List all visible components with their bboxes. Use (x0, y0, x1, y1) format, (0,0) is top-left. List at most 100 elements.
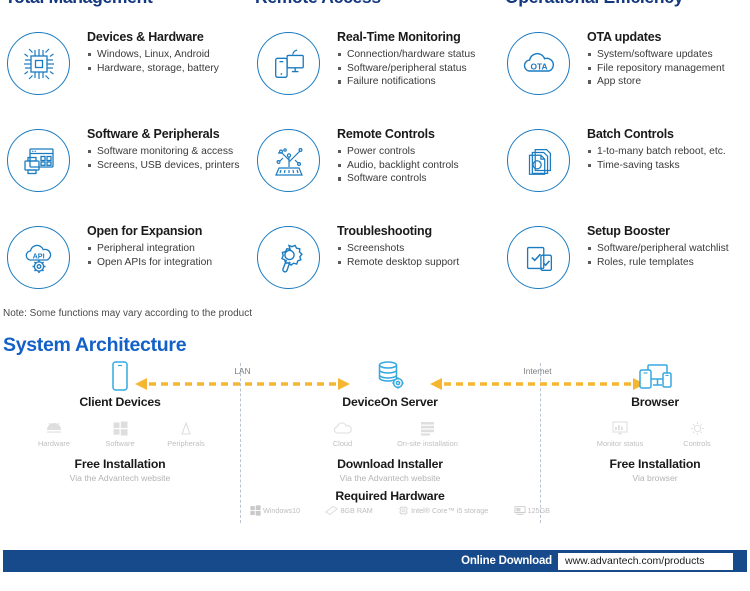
feature-card-batch-controls: Batch Controls 1-to-many batch reboot, e… (500, 127, 750, 222)
feature-title: Troubleshooting (337, 224, 432, 238)
feature-bullets: Peripheral integration Open APIs for int… (87, 242, 252, 269)
subicon-label: Peripherals (167, 439, 205, 448)
feature-card-open-for-expansion: API Open for Expansion Peripheral integr… (0, 224, 250, 319)
block-subtitle: Via the Advantech website (339, 473, 441, 483)
feature-bullets: Software/peripheral watchlist Roles, rul… (587, 242, 750, 269)
hw-requirement-ram: 8GB RAM (325, 505, 373, 516)
feature-card-troubleshooting: Troubleshooting Screenshots Remote deskt… (250, 224, 500, 319)
architecture-diagram: LAN Internet Client Devices Hardware Sof… (0, 360, 750, 535)
feature-title: Setup Booster (587, 224, 670, 238)
feature-bullet: Hardware, storage, battery (87, 62, 252, 76)
node-block: Download Installer Via the Advantech web… (290, 457, 490, 483)
block-title: Free Installation (609, 457, 701, 471)
cloud-ota-icon: OTA (507, 32, 570, 95)
hw-requirement-storage: 125GB (514, 505, 550, 516)
node-block: Free Installation Via the Advantech webs… (20, 457, 220, 483)
column-header-total-management: Total Management (5, 0, 153, 8)
architecture-node-client-devices: Client Devices Hardware Software Periphe… (20, 360, 220, 483)
feature-body: OTA updates System/software updates File… (587, 30, 750, 89)
system-architecture-title: System Architecture (3, 334, 187, 356)
subicon-software: Software (87, 419, 153, 448)
svg-text:OTA: OTA (530, 61, 547, 71)
api-cloud-icon: API (7, 226, 70, 289)
feature-title: Open for Expansion (87, 224, 203, 238)
block-subtitle: Via browser (632, 473, 678, 483)
feature-card-ota-updates: OTA OTA updates System/software updates … (500, 30, 750, 125)
feature-title: Batch Controls (587, 127, 674, 141)
feature-card-devices-hardware: Devices & Hardware Windows, Linux, Andro… (0, 30, 250, 125)
feature-card-real-time-monitoring: Real-Time Monitoring Connection/hardware… (250, 30, 500, 125)
architecture-node-deviceon-server: DeviceOn Server Cloud On-site installati… (290, 360, 490, 503)
feature-bullet: Audio, backlight controls (337, 159, 502, 173)
subicon-controls: Controls (662, 419, 732, 448)
mobile-device-icon (20, 360, 220, 392)
feature-bullet: Failure notifications (337, 75, 502, 89)
subicon-hardware: Hardware (21, 419, 87, 448)
feature-body: Troubleshooting Screenshots Remote deskt… (337, 224, 502, 269)
block-title: Free Installation (74, 457, 166, 471)
node-subicons: Monitor status Controls (565, 419, 745, 448)
node-label: Browser (631, 395, 679, 409)
chip-icon (7, 32, 70, 95)
column-header-remote-access: Remote Access (255, 0, 381, 8)
cloud-icon (305, 419, 380, 437)
feature-bullet: Software/peripheral status (337, 62, 502, 76)
batch-controls-icon (507, 129, 570, 192)
feature-bullets: Screenshots Remote desktop support (337, 242, 502, 269)
feature-bullet: Software monitoring & access (87, 145, 252, 159)
peripheral-icon (153, 419, 219, 437)
node-subicons: Hardware Software Peripherals (20, 419, 220, 448)
feature-bullet: File repository management (587, 62, 750, 76)
hw-label: Windows10 (263, 506, 301, 515)
download-url[interactable]: www.advantech.com/products (558, 552, 733, 570)
hw-requirement-cpu: Intel® Core™ i5 storage (398, 505, 488, 516)
block-title: Required Hardware (335, 489, 445, 503)
feature-bullet: Connection/hardware status (337, 48, 502, 62)
feature-body: Remote Controls Power controls Audio, ba… (337, 127, 502, 186)
node-block-hardware: Required Hardware (290, 489, 490, 503)
feature-body: Setup Booster Software/peripheral watchl… (587, 224, 750, 269)
feature-bullet: Power controls (337, 145, 502, 159)
feature-bullet: Software/peripheral watchlist (587, 242, 750, 256)
feature-bullet: Peripheral integration (87, 242, 252, 256)
storage-icon (514, 506, 526, 515)
subicon-onsite-installation: On-site installation (380, 419, 475, 448)
hw-requirement-windows: Windows10 (250, 505, 300, 516)
feature-title: Devices & Hardware (87, 30, 204, 44)
monitor-status-icon (578, 419, 662, 437)
controls-gear-icon (662, 419, 732, 437)
subicon-monitor-status: Monitor status (578, 419, 662, 448)
feature-bullet: System/software updates (587, 48, 750, 62)
feature-body: Batch Controls 1-to-many batch reboot, e… (587, 127, 750, 172)
feature-title: OTA updates (587, 30, 662, 44)
subicon-label: Hardware (37, 439, 71, 448)
feature-bullets: Software monitoring & access Screens, US… (87, 145, 252, 172)
feature-bullets: Power controls Audio, backlight controls… (337, 145, 502, 186)
windows-logo-icon (250, 505, 261, 516)
feature-bullets: Connection/hardware status Software/peri… (337, 48, 502, 89)
feature-bullet: Windows, Linux, Android (87, 48, 252, 62)
hw-label: Intel® Core™ i5 storage (411, 506, 489, 515)
feature-bullet: Roles, rule templates (587, 256, 750, 270)
software-peripherals-icon (7, 129, 70, 192)
feature-bullet: Time-saving tasks (587, 159, 750, 173)
feature-card-remote-controls: Remote Controls Power controls Audio, ba… (250, 127, 500, 222)
node-block: Free Installation Via browser (565, 457, 745, 483)
feature-card-setup-booster: Setup Booster Software/peripheral watchl… (500, 224, 750, 319)
column-headers: Total Management Remote Access Operation… (0, 0, 750, 7)
subicon-label: Cloud (332, 439, 353, 448)
browser-devices-icon (565, 360, 745, 392)
feature-body: Devices & Hardware Windows, Linux, Andro… (87, 30, 252, 75)
disclaimer-note: Note: Some functions may vary according … (3, 308, 253, 319)
hw-label: 8GB RAM (340, 506, 373, 515)
gear-wrench-icon (257, 226, 320, 289)
architecture-node-browser: Browser Monitor status Controls Free Ins… (565, 360, 745, 483)
feature-bullet: Open APIs for integration (87, 256, 252, 270)
subicon-label: Controls (683, 439, 711, 448)
feature-body: Real-Time Monitoring Connection/hardware… (337, 30, 502, 89)
column-header-operational-efficiency: Operational Efficiency (505, 0, 683, 8)
feature-body: Open for Expansion Peripheral integratio… (87, 224, 252, 269)
feature-bullet: Remote desktop support (337, 256, 502, 270)
block-title: Download Installer (337, 457, 443, 471)
remote-controls-icon (257, 129, 320, 192)
